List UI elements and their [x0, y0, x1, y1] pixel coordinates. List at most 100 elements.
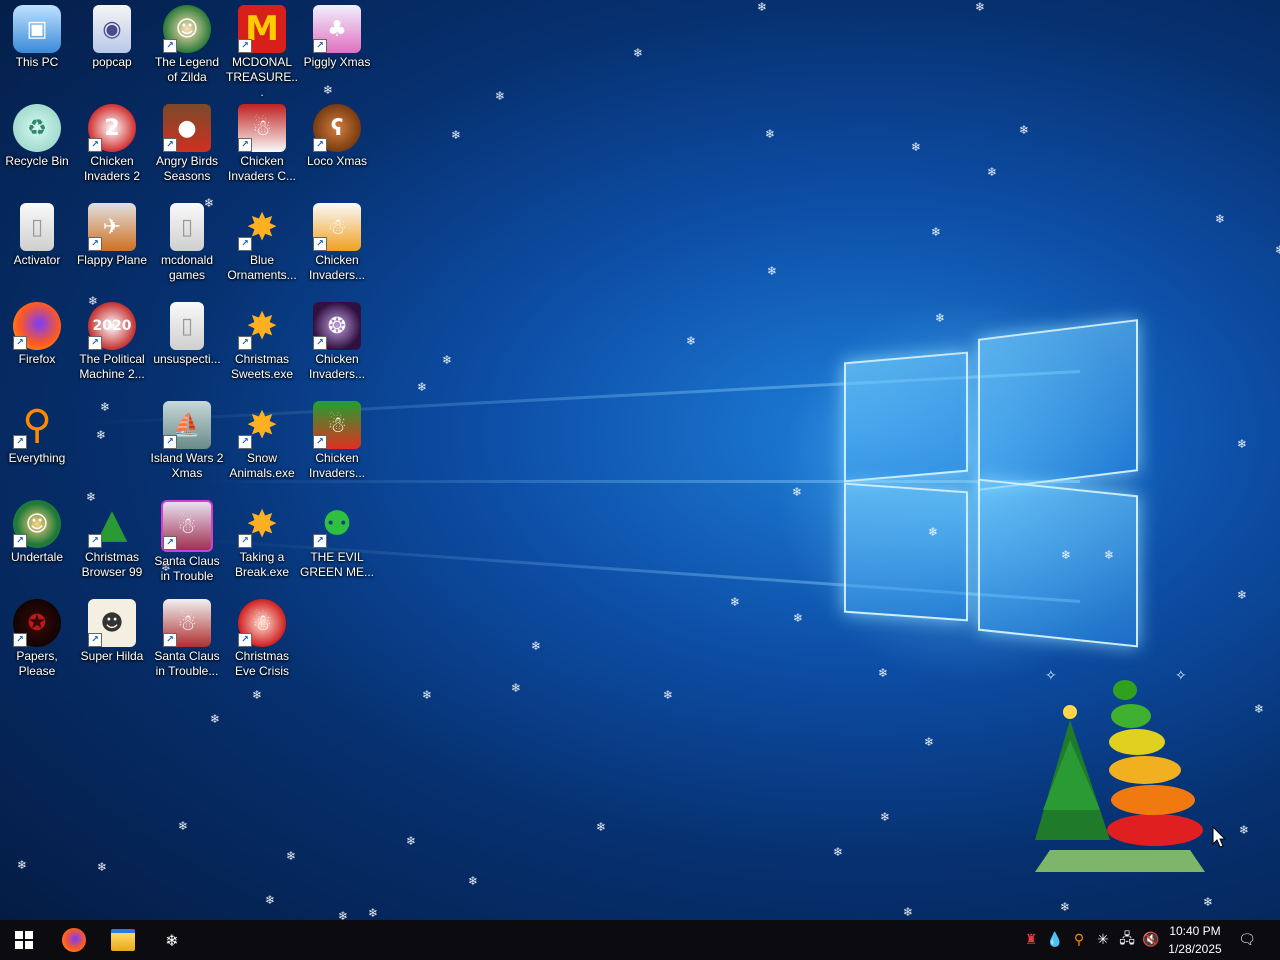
desktop-icon-legend-of-zilda[interactable]: ☺ ↗ The Legend of Zilda: [150, 0, 224, 85]
snowflake-icon: ❄: [286, 849, 297, 863]
desktop-icon-mcdonald-treasure[interactable]: M ↗ MCDONAL TREASURE...: [225, 0, 299, 100]
desktop-icon-piggly-xmas[interactable]: ♣ ↗ Piggly Xmas: [300, 0, 374, 70]
snowflake-icon: ❄: [422, 688, 433, 702]
tray-drop-button[interactable]: 💧: [1044, 920, 1066, 960]
desktop-icon-label: Island Wars 2 Xmas: [150, 451, 224, 480]
taskbar-firefox-button[interactable]: [50, 920, 98, 960]
desktop-icon-chicken-invaders-3[interactable]: ☃ ↗ Chicken Invaders...: [300, 198, 374, 283]
logo-pane: [844, 351, 968, 483]
desktop-icon-label: Santa Claus in Trouble: [154, 554, 220, 583]
snowflake-icon: ❄: [928, 525, 939, 539]
desktop-icon-label: Undertale: [10, 550, 64, 564]
desktop-icon-loco-xmas[interactable]: ʕ ↗ Loco Xmas: [300, 99, 374, 169]
desktop-icon-label: Chicken Invaders...: [308, 352, 366, 381]
tray-volume-button[interactable]: 🔇: [1140, 920, 1162, 960]
desktop-icon-popcap[interactable]: ◉ popcap: [75, 0, 149, 70]
snowflake-icon: ❄: [451, 128, 462, 142]
desktop-icon-blue-ornaments[interactable]: ✸ ↗ Blue Ornaments...: [225, 198, 299, 283]
chicken-icon: ☃ ↗: [313, 203, 361, 251]
mcdonalds-icon: M ↗: [238, 5, 286, 53]
desktop-icon-label: Loco Xmas: [306, 154, 368, 168]
tray-everything-button[interactable]: ⚲: [1068, 920, 1090, 960]
desktop-icon-recycle-bin[interactable]: ♻ Recycle Bin: [0, 99, 74, 169]
desktop-icon-santa-claus-in-trouble[interactable]: ☃ ↗ Santa Claus in Trouble: [150, 495, 224, 584]
snowflake-icon: ❄: [987, 165, 998, 179]
desktop-icon-santa-claus-in-trouble-2[interactable]: ☃ ↗ Santa Claus in Trouble...: [150, 594, 224, 679]
snowflake-icon: ❄: [511, 681, 522, 695]
desktop-icon-political-machine[interactable]: 2020 ↗ The Political Machine 2...: [75, 297, 149, 382]
snowflake-icon: ❄: [765, 127, 776, 141]
desktop-icon-label: Papers, Please: [16, 649, 58, 678]
snowflake-icon: ❄: [757, 0, 768, 14]
start-button[interactable]: [0, 920, 48, 960]
folder-icon: ▯: [170, 203, 204, 251]
messenger-people-icon: ⚉ ↗: [313, 500, 361, 548]
shortcut-arrow-icon: ↗: [238, 237, 252, 251]
action-center-button[interactable]: 🗨: [1234, 920, 1260, 960]
desktop-icon-firefox[interactable]: ↗ Firefox: [0, 297, 74, 367]
logo-pane: [978, 319, 1138, 491]
snowflake-icon: ❄: [468, 874, 479, 888]
taskbar-snow-app-button[interactable]: ❄: [148, 920, 196, 960]
snowflake-icon: ❄: [178, 819, 189, 833]
snowflake-icon: ❄: [1237, 588, 1248, 602]
desktop-icon-angry-birds-seasons[interactable]: ● ↗ Angry Birds Seasons: [150, 99, 224, 184]
clock-date: 1/28/2025: [1168, 942, 1222, 956]
snowflake-icon: ❄: [931, 225, 942, 239]
desktop-icon-super-hilda[interactable]: ☻ ↗ Super Hilda: [75, 594, 149, 664]
shortcut-arrow-icon: ↗: [313, 138, 327, 152]
snowflake-icon: ❄: [833, 845, 844, 859]
shortcut-arrow-icon: ↗: [163, 633, 177, 647]
taskbar-clock[interactable]: 10:40 PM 1/28/2025: [1160, 922, 1230, 958]
taskbar-file-explorer-button[interactable]: [99, 920, 147, 960]
snowflake-icon: ❄: [792, 485, 803, 499]
christmas-tree-decoration: ✧ ✧: [1035, 668, 1205, 872]
desktop-icon-christmas-browser[interactable]: ▲ ↗ Christmas Browser 99: [75, 495, 149, 580]
desktop-icon-christmas-eve-crisis[interactable]: ☃ ↗ Christmas Eve Crisis: [225, 594, 299, 679]
shortcut-arrow-icon: ↗: [88, 336, 102, 350]
snowflake-icon: ❄: [265, 893, 276, 907]
desktop-icon-papers-please[interactable]: ✪ ↗ Papers, Please: [0, 594, 74, 679]
snowflake-icon: ❄: [1237, 437, 1248, 451]
snowflake-icon: ❄: [975, 0, 986, 14]
desktop-icon-everything[interactable]: ⚲ ↗ Everything: [0, 396, 74, 466]
shortcut-arrow-icon: ↗: [13, 435, 27, 449]
zilda-icon: ☺ ↗: [163, 5, 211, 53]
snowflake-icon: ❄: [935, 311, 946, 325]
desktop-icon-flappy-plane[interactable]: ✈ ↗ Flappy Plane: [75, 198, 149, 268]
desktop-icon-evil-green-me[interactable]: ⚉ ↗ THE EVIL GREEN ME...: [300, 495, 374, 580]
snowflake-icon: ❄: [1203, 895, 1214, 909]
desktop-icon-island-wars-2-xmas[interactable]: ⛵ ↗ Island Wars 2 Xmas: [150, 396, 224, 481]
desktop-icon-chicken-invaders-4[interactable]: ❂ ↗ Chicken Invaders...: [300, 297, 374, 382]
desktop-icon-label: The Legend of Zilda: [154, 55, 220, 84]
snowflake-icon: ❄: [17, 858, 28, 872]
tray-snow-button[interactable]: ✳: [1092, 920, 1114, 960]
folder-icon: ▯: [170, 302, 204, 350]
logo-pane: [844, 482, 968, 622]
snowflake-icon: ❄: [1254, 702, 1265, 716]
desktop-icon-mcdonald-games[interactable]: ▯ mcdonald games: [150, 198, 224, 283]
desktop-icon-unsuspecting[interactable]: ▯ unsuspecti...: [150, 297, 224, 367]
snowflake-icon: ✳: [1097, 932, 1109, 948]
notification-icon: 🗨: [1238, 932, 1256, 948]
desktop-icon-activator[interactable]: ▯ Activator: [0, 198, 74, 268]
desktop-icon-chicken-invaders-2[interactable]: 2 ↗ Chicken Invaders 2: [75, 99, 149, 184]
snowflake-icon: ❄: [1061, 548, 1072, 562]
desktop-icon-undertale[interactable]: ☺ ↗ Undertale: [0, 495, 74, 565]
tray-network-button[interactable]: 🖧: [1116, 920, 1138, 960]
desktop-icon-label: Christmas Eve Crisis: [234, 649, 289, 678]
desktop-icon-this-pc[interactable]: ▣ This PC: [0, 0, 74, 70]
desktop-icon-taking-a-break[interactable]: ✸ ↗ Taking a Break.exe: [225, 495, 299, 580]
tray-app-icon[interactable]: ♜: [1020, 920, 1042, 960]
folder-icon: ◉: [93, 5, 131, 53]
desktop-icon-chicken-invaders-5[interactable]: ☃ ↗ Chicken Invaders...: [300, 396, 374, 481]
shortcut-arrow-icon: ↗: [163, 435, 177, 449]
desktop-icon-christmas-sweets[interactable]: ✸ ↗ Christmas Sweets.exe: [225, 297, 299, 382]
snowflake-icon: ❄: [210, 712, 221, 726]
desktop-icon-chicken-invaders-c[interactable]: ☃ ↗ Chicken Invaders C...: [225, 99, 299, 184]
snowflake-icon: ❄: [633, 46, 644, 60]
piggly-icon: ♣ ↗: [313, 5, 361, 53]
desktop-icon-snow-animals[interactable]: ✸ ↗ Snow Animals.exe: [225, 396, 299, 481]
folder-icon: ▯: [20, 203, 54, 251]
folder-icon: [111, 929, 135, 951]
